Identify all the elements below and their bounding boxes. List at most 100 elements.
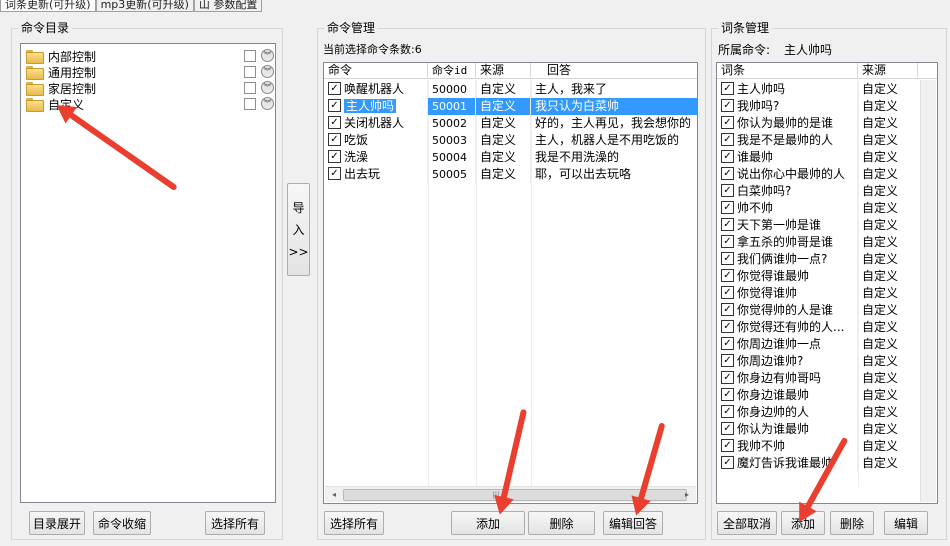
table-row[interactable]: ✓ 我们俩谁帅一点? 自定义	[717, 251, 918, 268]
command-cell[interactable]: ✓ 唤醒机器人	[324, 81, 428, 98]
entry-cell[interactable]: ✓ 你认为最帅的是谁	[717, 115, 858, 132]
delete-command-button[interactable]: 删除	[528, 511, 595, 535]
table-row[interactable]: ✓ 帅不帅 自定义	[717, 200, 918, 217]
entry-cell[interactable]: ✓ 你觉得还有帅的人...	[717, 319, 858, 336]
table-row[interactable]: ✓ 你周边谁帅一点 自定义	[717, 336, 918, 353]
row-checkbox[interactable]: ✓	[721, 303, 734, 316]
row-checkbox[interactable]: ✓	[328, 82, 341, 95]
chevron-down-icon[interactable]: ︾	[261, 49, 274, 62]
entry-cell[interactable]: ✓ 我帅吗?	[717, 98, 858, 115]
row-checkbox[interactable]: ✓	[721, 133, 734, 146]
tree-item-home-control[interactable]: 家居控制 ︾	[26, 80, 276, 96]
column-header-source[interactable]: 来源	[858, 63, 918, 79]
row-checkbox[interactable]: ✓	[721, 286, 734, 299]
row-checkbox[interactable]: ✓	[721, 354, 734, 367]
table-row[interactable]: ✓ 你身边帅的人 自定义	[717, 404, 918, 421]
entry-cell[interactable]: ✓ 说出你心中最帅的人	[717, 166, 858, 183]
table-row[interactable]: ✓ 我帅不帅 自定义	[717, 438, 918, 455]
row-checkbox[interactable]: ✓	[721, 439, 734, 452]
add-command-button[interactable]: 添加	[451, 511, 525, 535]
row-checkbox[interactable]: ✓	[328, 133, 341, 146]
entry-cell[interactable]: ✓ 我们俩谁帅一点?	[717, 251, 858, 268]
command-cell[interactable]: ✓ 主人帅吗	[324, 98, 428, 115]
row-checkbox[interactable]: ✓	[721, 320, 734, 333]
entry-cell[interactable]: ✓ 你觉得谁帅	[717, 285, 858, 302]
entry-cell[interactable]: ✓ 帅不帅	[717, 200, 858, 217]
scroll-right-icon[interactable]: ▸	[680, 488, 694, 502]
tab-entry-update[interactable]: 词条更新(可升级)	[0, 0, 96, 12]
cancel-all-button[interactable]: 全部取消	[717, 511, 777, 535]
table-row[interactable]: ✓ 唤醒机器人 50000 自定义 主人，我来了	[324, 81, 697, 98]
row-checkbox[interactable]: ✓	[721, 388, 734, 401]
row-checkbox[interactable]: ✓	[721, 269, 734, 282]
tree-item-checkbox[interactable]	[244, 98, 256, 110]
table-row[interactable]: ✓ 魔灯告诉我谁最帅 自定义	[717, 455, 918, 472]
command-table[interactable]: 命令 命令id 来源 回答 ✓ 唤醒机器人 50000 自定义 主人，我来了 ✓ 主人帅吗 5…	[323, 62, 698, 504]
entry-cell[interactable]: ✓ 你觉得帅的人是谁	[717, 302, 858, 319]
row-checkbox[interactable]: ✓	[328, 99, 341, 112]
entry-cell[interactable]: ✓ 你身边帅的人	[717, 404, 858, 421]
row-checkbox[interactable]: ✓	[721, 201, 734, 214]
tab-param-config[interactable]: 山 参数配置	[193, 0, 263, 12]
column-header-command[interactable]: 命令	[324, 63, 428, 79]
entry-cell[interactable]: ✓ 我是不是最帅的人	[717, 132, 858, 149]
row-checkbox[interactable]: ✓	[721, 218, 734, 231]
entry-cell[interactable]: ✓ 拿五杀的帅哥是谁	[717, 234, 858, 251]
select-all-directory-button[interactable]: 选择所有	[205, 511, 265, 535]
vertical-scrollbar[interactable]	[920, 80, 936, 502]
column-header-command-id[interactable]: 命令id	[428, 63, 476, 79]
row-checkbox[interactable]: ✓	[721, 82, 734, 95]
entry-cell[interactable]: ✓ 你周边谁帅一点	[717, 336, 858, 353]
chevron-down-icon[interactable]: ︾	[261, 65, 274, 78]
table-row[interactable]: ✓ 我是不是最帅的人 自定义	[717, 132, 918, 149]
row-checkbox[interactable]: ✓	[721, 99, 734, 112]
table-row[interactable]: ✓ 主人帅吗 自定义	[717, 81, 918, 98]
entry-cell[interactable]: ✓ 天下第一帅是谁	[717, 217, 858, 234]
table-row[interactable]: ✓ 你周边谁帅? 自定义	[717, 353, 918, 370]
column-header-source[interactable]: 来源	[476, 63, 531, 79]
scroll-left-icon[interactable]: ◂	[327, 488, 341, 502]
table-row[interactable]: ✓ 你觉得谁帅 自定义	[717, 285, 918, 302]
table-row[interactable]: ✓ 你觉得谁最帅 自定义	[717, 268, 918, 285]
row-checkbox[interactable]: ✓	[721, 184, 734, 197]
entry-table[interactable]: 词条 来源 ✓ 主人帅吗 自定义 ✓ 我帅吗? 自定义 ✓ 你认为最帅的是谁 自定义 ✓ 我是不是最…	[716, 62, 938, 504]
chevron-down-icon[interactable]: ︾	[261, 81, 274, 94]
command-cell[interactable]: ✓ 洗澡	[324, 149, 428, 166]
tab-mp3-update[interactable]: mp3更新(可升级)	[95, 0, 194, 12]
table-row[interactable]: ✓ 洗澡 50004 自定义 我是不用洗澡的	[324, 149, 697, 166]
expand-directory-button[interactable]: 目录展开	[29, 511, 85, 535]
entry-cell[interactable]: ✓ 你身边谁最帅	[717, 387, 858, 404]
entry-cell[interactable]: ✓ 你周边谁帅?	[717, 353, 858, 370]
entry-cell[interactable]: ✓ 主人帅吗	[717, 81, 858, 98]
entry-cell[interactable]: ✓ 你觉得谁最帅	[717, 268, 858, 285]
column-header-entry[interactable]: 词条	[717, 63, 858, 79]
tree-item-checkbox[interactable]	[244, 66, 256, 78]
table-row[interactable]: ✓ 关闭机器人 50002 自定义 好的，主人再见，我会想你的	[324, 115, 697, 132]
command-cell[interactable]: ✓ 关闭机器人	[324, 115, 428, 132]
row-checkbox[interactable]: ✓	[328, 116, 341, 129]
row-checkbox[interactable]: ✓	[328, 150, 341, 163]
tree-item-checkbox[interactable]	[244, 50, 256, 62]
table-row[interactable]: ✓ 你认为谁最帅 自定义	[717, 421, 918, 438]
import-button[interactable]: 导 入 >>	[287, 183, 310, 276]
command-cell[interactable]: ✓ 出去玩	[324, 166, 428, 183]
row-checkbox[interactable]: ✓	[721, 405, 734, 418]
table-row[interactable]: ✓ 你身边谁最帅 自定义	[717, 387, 918, 404]
entry-cell[interactable]: ✓ 你身边有帅哥吗	[717, 370, 858, 387]
collapse-commands-button[interactable]: 命令收缩	[93, 511, 151, 535]
tree-item-internal-control[interactable]: 内部控制 ︾	[26, 48, 276, 64]
table-row[interactable]: ✓ 你觉得还有帅的人... 自定义	[717, 319, 918, 336]
chevron-down-icon[interactable]: ︾	[261, 97, 274, 110]
entry-cell[interactable]: ✓ 谁最帅	[717, 149, 858, 166]
table-row[interactable]: ✓ 拿五杀的帅哥是谁 自定义	[717, 234, 918, 251]
table-row[interactable]: ✓ 你身边有帅哥吗 自定义	[717, 370, 918, 387]
row-checkbox[interactable]: ✓	[721, 456, 734, 469]
table-row[interactable]: ✓ 谁最帅 自定义	[717, 149, 918, 166]
column-header-answer[interactable]: 回答	[531, 63, 697, 79]
edit-entry-button[interactable]: 编辑	[884, 511, 928, 535]
table-row[interactable]: ✓ 你觉得帅的人是谁 自定义	[717, 302, 918, 319]
table-row[interactable]: ✓ 白菜帅吗? 自定义	[717, 183, 918, 200]
row-checkbox[interactable]: ✓	[721, 422, 734, 435]
row-checkbox[interactable]: ✓	[328, 167, 341, 180]
entry-cell[interactable]: ✓ 你认为谁最帅	[717, 421, 858, 438]
